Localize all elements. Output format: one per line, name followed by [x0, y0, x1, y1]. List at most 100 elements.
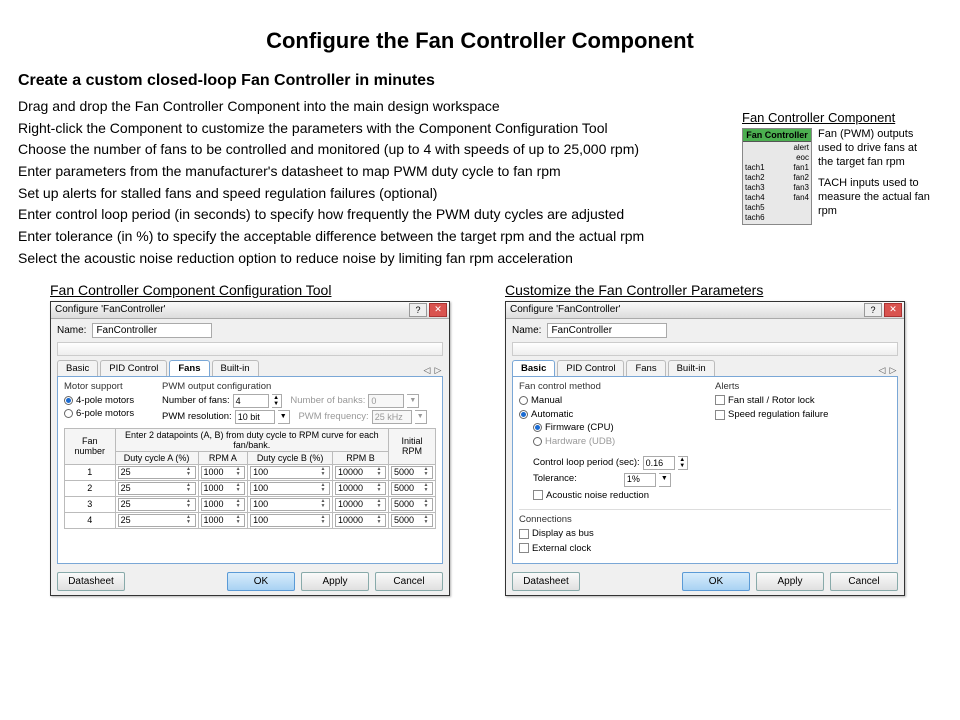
titlebar-text: Configure 'FanController' — [508, 304, 862, 315]
connections-label: Connections — [519, 514, 891, 525]
cell-input[interactable]: 100▲▼ — [250, 498, 330, 511]
intro-line: Select the acoustic noise reduction opti… — [18, 248, 942, 270]
check-anr[interactable]: Acoustic noise reduction — [533, 489, 649, 502]
toolbar-strip — [57, 342, 443, 356]
check-ext-clock[interactable]: External clock — [519, 542, 591, 555]
cancel-button[interactable]: Cancel — [830, 572, 898, 591]
cancel-button[interactable]: Cancel — [375, 572, 443, 591]
tab-nav[interactable]: ◁▷ — [877, 365, 898, 376]
cell-input[interactable]: 1000▲▼ — [201, 514, 246, 527]
tab-basic[interactable]: Basic — [512, 360, 555, 376]
titlebar-text: Configure 'FanController' — [53, 304, 407, 315]
chip-pin: eoc — [777, 153, 809, 163]
spinner-icon[interactable]: ▲▼ — [272, 394, 282, 408]
radio-4pole[interactable]: 4-pole motors — [64, 394, 134, 407]
dialog-caption-basic: Customize the Fan Controller Parameters — [505, 282, 905, 298]
close-icon[interactable]: ✕ — [429, 303, 447, 317]
chip-pin: fan3 — [777, 183, 809, 193]
cell-input[interactable]: 10000▲▼ — [335, 466, 386, 479]
cell-input[interactable]: 5000▲▼ — [391, 498, 433, 511]
num-fans-input[interactable]: 4 — [233, 394, 269, 408]
datapoints-table: Fan number Enter 2 datapoints (A, B) fro… — [64, 428, 436, 529]
tab-pid[interactable]: PID Control — [557, 360, 624, 376]
radio-automatic[interactable]: Automatic — [519, 408, 573, 421]
tab-pid[interactable]: PID Control — [100, 360, 167, 376]
help-icon[interactable]: ? — [864, 303, 882, 317]
tab-basic[interactable]: Basic — [57, 360, 98, 376]
titlebar[interactable]: Configure 'FanController' ? ✕ — [51, 302, 449, 319]
cell-input[interactable]: 1000▲▼ — [201, 498, 246, 511]
radio-hardware: Hardware (UDB) — [533, 435, 615, 448]
config-dialog-fans: Configure 'FanController' ? ✕ Name: FanC… — [50, 301, 450, 596]
chip-pin: alert — [777, 143, 809, 153]
clp-input[interactable]: 0.16 — [643, 456, 675, 470]
ok-button[interactable]: OK — [682, 572, 750, 591]
tab-fans[interactable]: Fans — [626, 360, 665, 376]
close-icon[interactable]: ✕ — [884, 303, 902, 317]
cell-input[interactable]: 100▲▼ — [250, 514, 330, 527]
chip-pin: fan1 — [777, 163, 809, 173]
table-note: Enter 2 datapoints (A, B) from duty cycl… — [115, 428, 388, 451]
tab-builtin[interactable]: Built-in — [668, 360, 715, 376]
cell-input[interactable]: 25▲▼ — [118, 498, 196, 511]
table-row: 1 25▲▼ 1000▲▼ 100▲▼ 10000▲▼ 5000▲▼ — [65, 464, 436, 480]
check-display-bus[interactable]: Display as bus — [519, 527, 594, 540]
page-title: Configure the Fan Controller Component — [0, 0, 960, 72]
intro-line: Enter tolerance (in %) to specify the ac… — [18, 226, 942, 248]
help-icon[interactable]: ? — [409, 303, 427, 317]
chevron-down-icon[interactable]: ▼ — [659, 473, 671, 487]
cell-input[interactable]: 5000▲▼ — [391, 466, 433, 479]
chip-pin: tach2 — [745, 173, 777, 183]
cell-input[interactable]: 10000▲▼ — [335, 482, 386, 495]
check-speedreg[interactable]: Speed regulation failure — [715, 408, 828, 421]
titlebar[interactable]: Configure 'FanController' ? ✕ — [506, 302, 904, 319]
toolbar-strip — [512, 342, 898, 356]
chip-pin: fan4 — [777, 193, 809, 203]
side-desc-tach: TACH inputs used to measure the actual f… — [818, 177, 933, 218]
tab-nav[interactable]: ◁▷ — [422, 365, 443, 376]
pwm-res-input[interactable]: 10 bit — [235, 410, 275, 424]
intro-heading: Create a custom closed-loop Fan Controll… — [18, 72, 942, 90]
pwm-res-label: PWM resolution: — [162, 411, 232, 422]
tabs: Basic PID Control Fans Built-in ◁▷ — [57, 360, 443, 377]
cell-input[interactable]: 25▲▼ — [118, 482, 196, 495]
col-duty-a: Duty cycle A (%) — [115, 451, 198, 464]
chevron-down-icon: ▼ — [415, 410, 427, 424]
table-row: 2 25▲▼ 1000▲▼ 100▲▼ 10000▲▼ 5000▲▼ — [65, 480, 436, 496]
name-input[interactable]: FanController — [92, 323, 212, 338]
pwm-config-label: PWM output configuration — [162, 381, 436, 392]
cell-input[interactable]: 1000▲▼ — [201, 466, 246, 479]
cell-input[interactable]: 5000▲▼ — [391, 514, 433, 527]
datasheet-button[interactable]: Datasheet — [57, 572, 125, 591]
cell-input[interactable]: 5000▲▼ — [391, 482, 433, 495]
chip-pin: tach5 — [745, 203, 777, 213]
cell-input[interactable]: 1000▲▼ — [201, 482, 246, 495]
radio-6pole[interactable]: 6-pole motors — [64, 407, 134, 420]
col-rpm-a: RPM A — [198, 451, 248, 464]
cell-input[interactable]: 25▲▼ — [118, 514, 196, 527]
spinner-icon[interactable]: ▲▼ — [678, 456, 688, 470]
tab-builtin[interactable]: Built-in — [212, 360, 259, 376]
radio-manual[interactable]: Manual — [519, 394, 562, 407]
chip-pin: tach3 — [745, 183, 777, 193]
num-banks-label: Number of banks: — [290, 395, 365, 406]
ok-button[interactable]: OK — [227, 572, 295, 591]
name-input[interactable]: FanController — [547, 323, 667, 338]
tab-fans[interactable]: Fans — [169, 360, 209, 376]
clp-label: Control loop period (sec): — [533, 456, 640, 470]
apply-button[interactable]: Apply — [756, 572, 824, 591]
cell-input[interactable]: 100▲▼ — [250, 482, 330, 495]
cell-input[interactable]: 10000▲▼ — [335, 514, 386, 527]
datasheet-button[interactable]: Datasheet — [512, 572, 580, 591]
pwm-freq-label: PWM frequency: — [298, 411, 368, 422]
chevron-down-icon[interactable]: ▼ — [278, 410, 290, 424]
check-stall[interactable]: Fan stall / Rotor lock — [715, 394, 815, 407]
cell-input[interactable]: 10000▲▼ — [335, 498, 386, 511]
cell-input[interactable]: 100▲▼ — [250, 466, 330, 479]
name-label: Name: — [512, 325, 541, 336]
chip-pin: fan2 — [777, 173, 809, 183]
cell-input[interactable]: 25▲▼ — [118, 466, 196, 479]
apply-button[interactable]: Apply — [301, 572, 369, 591]
tol-input[interactable]: 1% — [624, 473, 656, 487]
radio-firmware[interactable]: Firmware (CPU) — [533, 421, 614, 434]
